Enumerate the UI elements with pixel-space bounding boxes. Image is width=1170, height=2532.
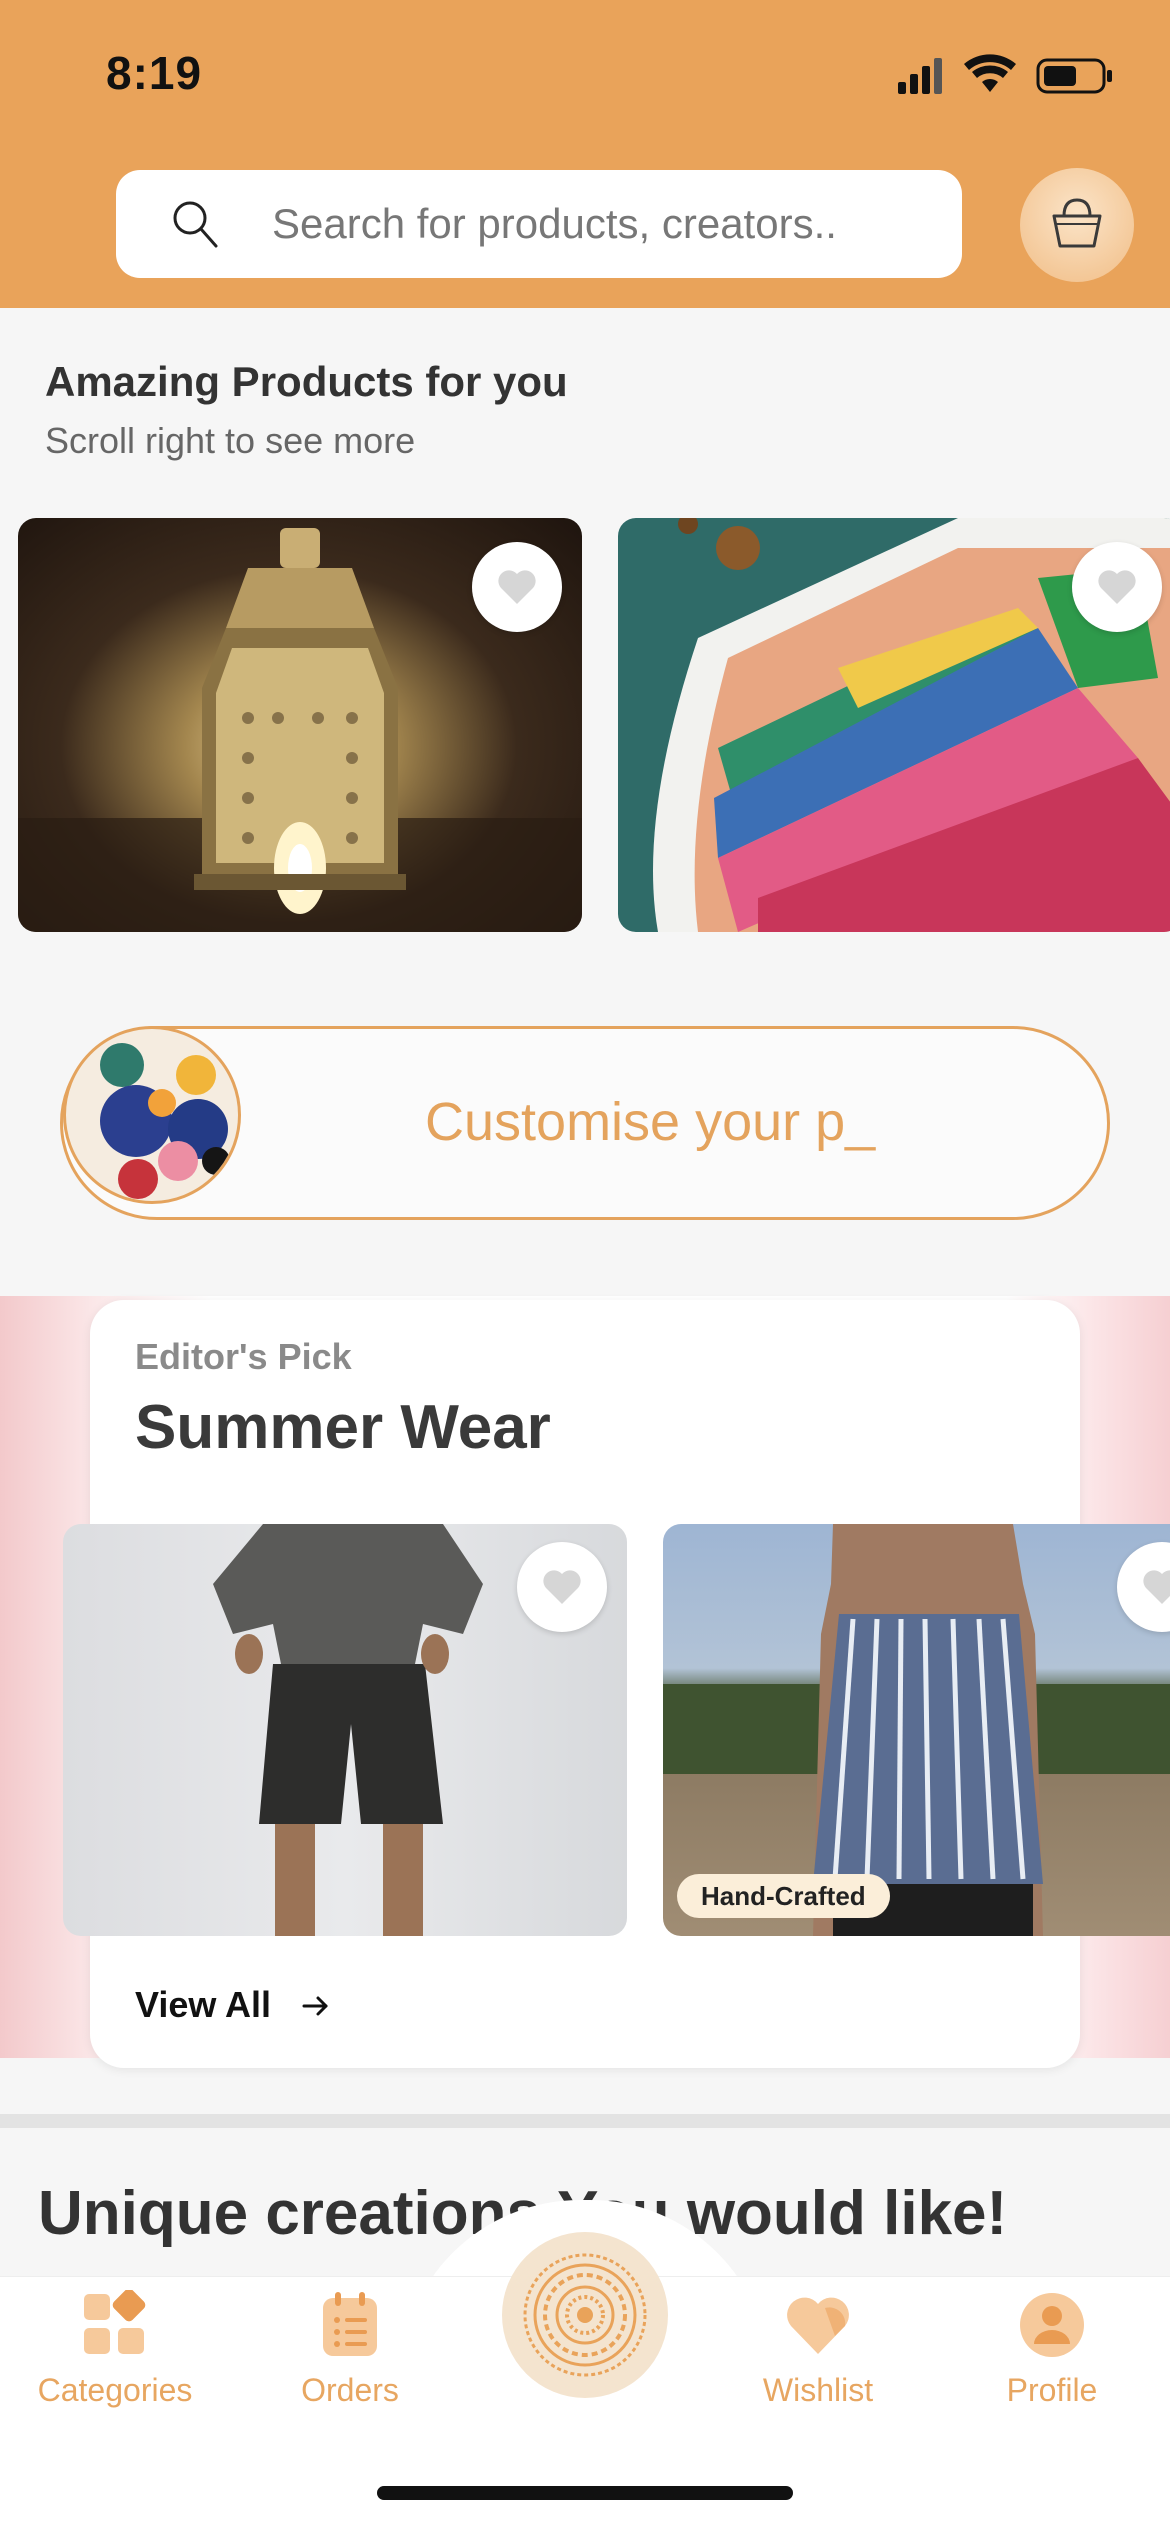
product-card-camisole[interactable]: Hand-Crafted [663, 1524, 1170, 1936]
editors-pick-kicker: Editor's Pick [135, 1336, 352, 1377]
search-icon [173, 201, 218, 248]
wishlist-button[interactable] [517, 1542, 607, 1632]
home-mandala-button[interactable] [502, 2232, 668, 2398]
search-input[interactable]: Search for products, creators.. [116, 170, 962, 278]
mandala-home-icon [523, 2253, 647, 2377]
tab-wishlist[interactable]: Wishlist [713, 2290, 923, 2409]
heart-icon [1143, 1570, 1170, 1604]
wishlist-button[interactable] [1072, 542, 1162, 632]
tab-label: Wishlist [762, 2372, 874, 2408]
product-card-lantern[interactable] [18, 518, 582, 932]
customise-art-thumbnail [63, 1026, 241, 1204]
customise-text: Customise your p_ [425, 1092, 876, 1152]
tab-orders[interactable]: Orders [245, 2290, 455, 2409]
categories-icon [84, 2290, 146, 2354]
heart-icon [543, 1570, 581, 1604]
search-placeholder: Search for products, creators.. [272, 200, 837, 247]
customise-banner[interactable]: Customise your p_ [60, 1026, 1110, 1220]
section-title: Amazing Products for you [45, 358, 568, 405]
status-icons [898, 54, 1112, 94]
heart-icon [787, 2297, 849, 2354]
heart-icon [1098, 570, 1136, 604]
editors-pick-title: Summer Wear [135, 1393, 551, 1462]
home-indicator [377, 2486, 793, 2500]
status-time: 8:19 [106, 47, 203, 99]
arrow-right-icon [302, 1996, 328, 2016]
profile-icon [1020, 2293, 1084, 2357]
heart-icon [498, 570, 536, 604]
product-card-shorts[interactable] [63, 1524, 627, 1936]
cart-button[interactable] [1020, 168, 1134, 282]
basket-icon [1052, 198, 1102, 248]
tab-label: Orders [301, 2372, 399, 2408]
tab-categories[interactable]: Categories [10, 2290, 220, 2409]
tab-label: Profile [1006, 2372, 1098, 2408]
signal-icon [898, 58, 942, 94]
wishlist-button[interactable] [472, 542, 562, 632]
orders-icon [323, 2292, 377, 2356]
product-card-tray[interactable] [618, 518, 1170, 932]
tab-profile[interactable]: Profile [947, 2290, 1157, 2409]
wifi-icon [964, 54, 1016, 92]
section-divider [0, 2114, 1170, 2128]
section-subtitle: Scroll right to see more [45, 420, 416, 461]
view-all-link[interactable]: View All [135, 1984, 271, 2026]
hand-crafted-badge: Hand-Crafted [677, 1874, 890, 1918]
tab-label: Categories [37, 2372, 193, 2408]
battery-icon [1036, 58, 1112, 94]
app-header: 8:19 Search for products, creators.. [0, 0, 1170, 308]
